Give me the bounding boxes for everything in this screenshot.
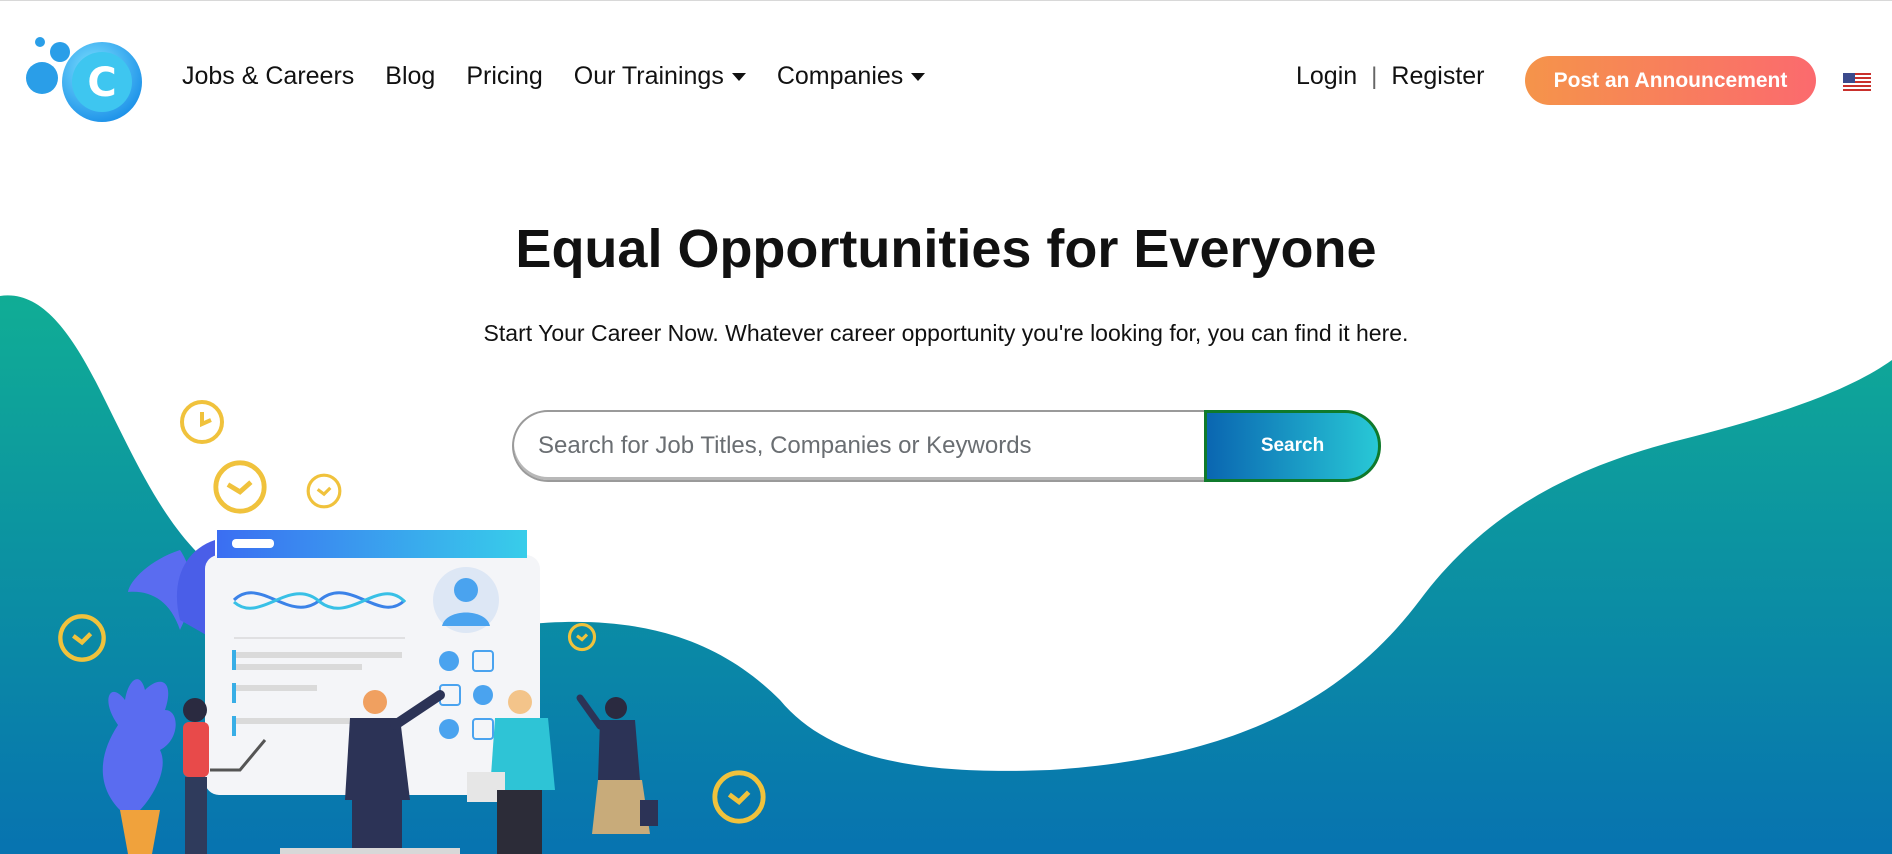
nav-pricing[interactable]: Pricing: [466, 62, 542, 91]
register-link[interactable]: Register: [1391, 62, 1484, 91]
us-flag-icon[interactable]: [1843, 73, 1871, 91]
person-figure: [345, 718, 410, 800]
auth-separator: |: [1371, 62, 1378, 90]
checkbox-icon: [473, 685, 493, 705]
nav-label: Our Trainings: [573, 62, 724, 90]
site-header: C Jobs & Careers Blog Pricing Our Traini…: [0, 0, 1892, 160]
checkbox-icon: [439, 651, 459, 671]
nav-our-trainings-dropdown[interactable]: Our Trainings: [574, 62, 746, 91]
person-figure: [183, 722, 209, 777]
job-search-input[interactable]: [512, 410, 1212, 482]
checkbox-icon: [439, 719, 459, 739]
bubbles-c-logo-icon[interactable]: C: [20, 34, 146, 130]
caret-down-icon: [911, 72, 926, 81]
post-announcement-button[interactable]: Post an Announcement: [1525, 56, 1816, 105]
nav-label: Blog: [385, 62, 436, 90]
nav-label: Pricing: [466, 62, 543, 90]
nav-label: Companies: [776, 62, 904, 90]
person-figure: [598, 720, 640, 780]
hero-title: Equal Opportunities for Everyone: [515, 219, 1377, 279]
job-search-bar: Search: [512, 410, 1381, 482]
nav-companies-dropdown[interactable]: Companies: [776, 62, 926, 91]
main-nav: Jobs & Careers Blog Pricing Our Training…: [182, 62, 956, 91]
auth-links: Login | Register: [1296, 62, 1485, 91]
caret-down-icon: [731, 72, 746, 81]
nav-label: Jobs & Careers: [182, 62, 355, 90]
nav-blog[interactable]: Blog: [385, 62, 435, 91]
login-link[interactable]: Login: [1296, 62, 1357, 91]
svg-text:C: C: [87, 60, 116, 106]
nav-jobs-careers[interactable]: Jobs & Careers: [182, 62, 354, 91]
hero-subtitle: Start Your Career Now. Whatever career o…: [483, 320, 1409, 346]
search-button[interactable]: Search: [1204, 410, 1381, 482]
plant-icon: [102, 679, 176, 810]
